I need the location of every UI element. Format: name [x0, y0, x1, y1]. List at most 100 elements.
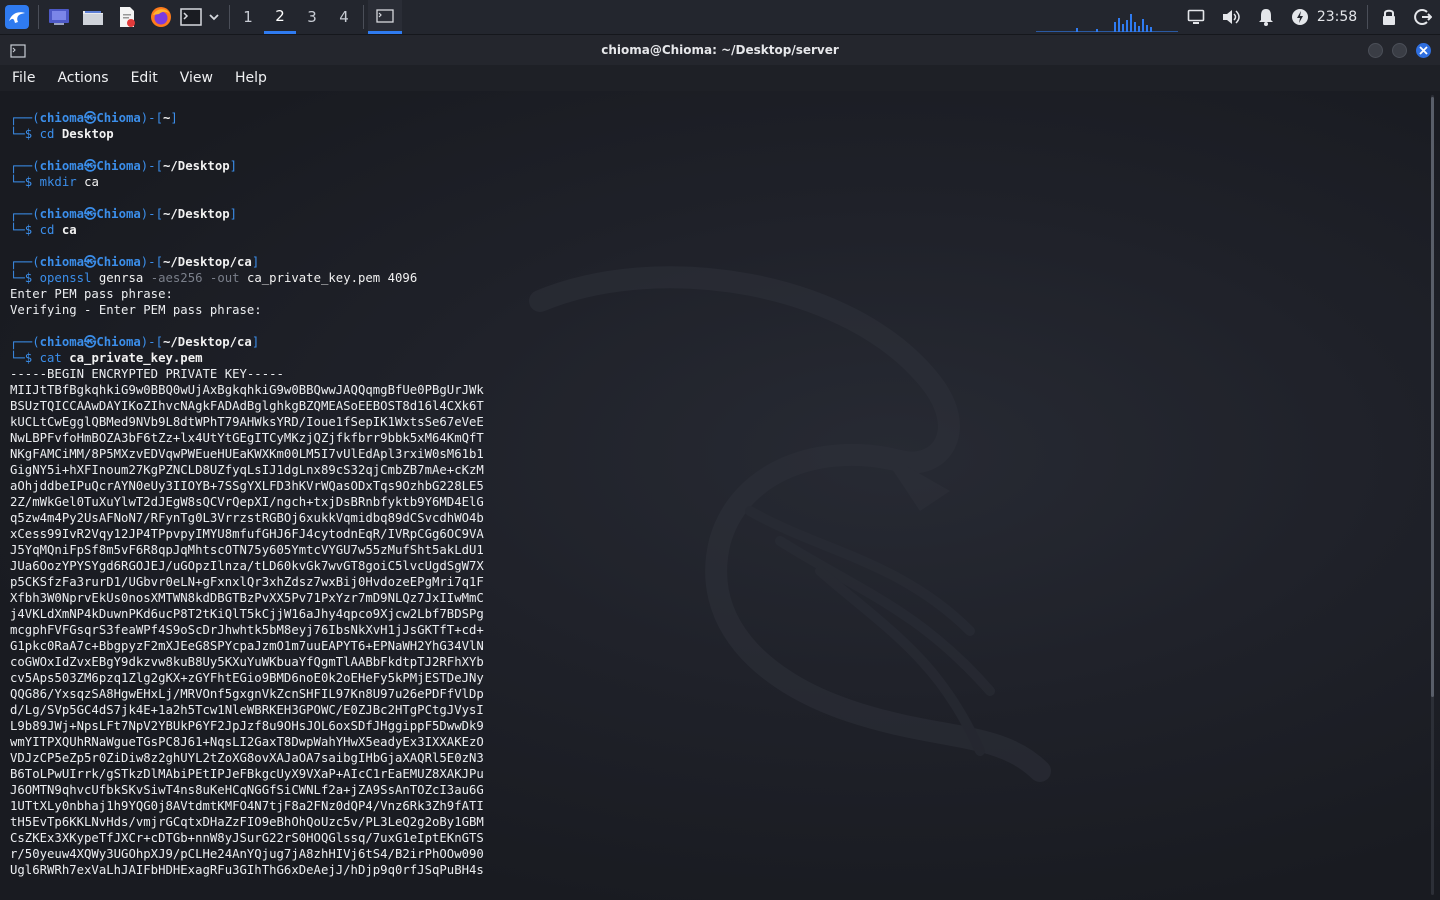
prompt-dollar: └─$: [10, 223, 40, 237]
output-text: wmYITPXQUhRNaWgueTGsPC8J61+NqsLI2GaxT8Dw…: [10, 735, 484, 749]
output-line: MIIJtTBfBgkqhkiG9w0BBQ0wUjAxBgkqhkiG9w0B…: [10, 382, 484, 398]
output-line: J5YqMQniFpSf8m5vF6R8qpJqMhtscOTN75y605Ym…: [10, 542, 484, 558]
prompt-frame: ┌──(: [10, 255, 40, 269]
command-arg: genrsa: [98, 271, 144, 285]
command-line: └─$ openssl genrsa -aes256 -out ca_priva…: [10, 270, 484, 286]
menu-actions[interactable]: Actions: [54, 70, 111, 86]
volume-icon: [1223, 10, 1240, 24]
prompt-at-symbol: ㉿: [84, 335, 97, 349]
prompt-at-symbol: ㉿: [84, 159, 97, 173]
workspace-4[interactable]: 4: [328, 0, 360, 34]
menu-file[interactable]: File: [9, 70, 38, 86]
output-text: G1pkc0RaA7c+BbgpyzF2mXJEeG8SPYcpaJzmO1m7…: [10, 639, 484, 653]
output-line: cv5Aps503ZM6pzq1Zlg2gKX+zGYFhtEGio9BMD6n…: [10, 670, 484, 686]
output-line: xCess99IvR2Vqy12JP4TPpvpyIMYU8mfufGHJ6FJ…: [10, 526, 484, 542]
network-monitor[interactable]: [1036, 0, 1178, 34]
prompt-at-symbol: ㉿: [84, 111, 97, 125]
text-editor-button[interactable]: [113, 0, 141, 34]
prompt-frame: )-[: [140, 111, 163, 125]
power-manager-icon: [1292, 9, 1308, 25]
output-text: CsZKEx3XKypeTfJXCr+cDTGb+nnW8yJSurG22rS0…: [10, 831, 484, 845]
prompt-frame: ┌──(: [10, 159, 40, 173]
output-line: Verifying - Enter PEM pass phrase:: [10, 302, 484, 318]
output-text: cv5Aps503ZM6pzq1Zlg2gKX+zGYFhtEGio9BMD6n…: [10, 671, 484, 685]
firefox-button[interactable]: [147, 0, 175, 34]
command-arg: -aes256: [150, 271, 203, 285]
display-button[interactable]: [1184, 0, 1208, 34]
prompt-user: chioma: [39, 255, 85, 269]
command-name: openssl: [39, 271, 92, 285]
prompt-at-symbol: ㉿: [84, 207, 97, 221]
close-button[interactable]: [1416, 43, 1431, 58]
output-text: J6OMTN9qhvcUfbkSKvSiwT4ns8uKeHCqNGGfSiCW…: [10, 783, 484, 797]
output-text: Verifying - Enter PEM pass phrase:: [10, 303, 262, 317]
output-line: Ugl6RWRh7exVaLhJAIFbHDHExagRFu3GIhThG6xD…: [10, 862, 484, 878]
firefox-icon: [151, 7, 171, 27]
kali-dragon-watermark-icon: [529, 266, 1051, 782]
taskbar-window-terminal[interactable]: [368, 0, 402, 34]
command-line: └─$ mkdir ca: [10, 174, 484, 190]
output-text: MIIJtTBfBgkqhkiG9w0BBQ0wUjAxBgkqhkiG9w0B…: [10, 383, 484, 397]
output-line: L9b89JWj+NpsLFt7NpV2YBUkP6YF2JpJzf8u9OHs…: [10, 718, 484, 734]
prompt-dollar: └─$: [10, 175, 40, 189]
display-icon: [1187, 9, 1205, 24]
window-titlebar[interactable]: chioma@Chioma: ~/Desktop/server: [0, 35, 1440, 65]
prompt-frame: ┌──(: [10, 111, 40, 125]
workspace-3[interactable]: 3: [296, 0, 328, 34]
output-text: q5zw4m4Py2UsAFNoN7/RFynTg0L3VrrzstRGBOj6…: [10, 511, 484, 525]
lock-screen-button[interactable]: [1377, 0, 1401, 34]
terminal-scrollbar-thumb[interactable]: [1431, 97, 1434, 697]
output-text: L9b89JWj+NpsLFt7NpV2YBUkP6YF2JpJzf8u9OHs…: [10, 719, 484, 733]
prompt-host: Chioma: [96, 207, 141, 221]
logout-button[interactable]: [1411, 0, 1435, 34]
prompt-at-symbol: ㉿: [84, 255, 97, 269]
terminal-launcher-button[interactable]: [179, 0, 203, 34]
network-graph-icon: [1036, 14, 1178, 32]
prompt-frame: )-[: [140, 335, 163, 349]
prompt-host: Chioma: [96, 111, 141, 125]
prompt-frame: ]: [229, 159, 238, 173]
prompt-frame: ]: [251, 255, 260, 269]
output-line: mcgphFVFGsqrS3feaWPf4S9oScDrJhwhtk5bM8ey…: [10, 622, 484, 638]
output-text: Xfbh3W0NprvEkUs0nosXMTWN8kdDBGTBzPvXX5Pv…: [10, 591, 484, 605]
output-line: 1UTtXLy0nbhaj1h9YQG0j8AVtdmtKMFO4N7tjF8a…: [10, 798, 484, 814]
output-line: GigNY5i+hXFInoum27KgPZNCLD8UZfyqLsIJ1dgL…: [10, 462, 484, 478]
clock[interactable]: 23:58: [1314, 0, 1360, 34]
power-manager-button[interactable]: [1288, 0, 1312, 34]
terminal-output-area[interactable]: ┌──(chioma㉿Chioma)-[~] └─$ cd Desktop ┌──(…: [0, 91, 1440, 900]
menu-edit[interactable]: Edit: [128, 70, 161, 86]
launcher-dropdown-button[interactable]: [205, 0, 223, 34]
menu-help[interactable]: Help: [232, 70, 270, 86]
panel-separator: [363, 5, 364, 29]
workspace-1[interactable]: 1: [232, 0, 264, 34]
prompt-path: ~/Desktop: [163, 159, 230, 173]
output-line: J6OMTN9qhvcUfbkSKvSiwT4ns8uKeHCqNGGfSiCW…: [10, 782, 484, 798]
prompt-frame: ┌──(: [10, 335, 40, 349]
show-desktop-button[interactable]: [45, 0, 73, 34]
window-menu-button[interactable]: [10, 43, 26, 62]
minimize-button[interactable]: [1368, 43, 1383, 58]
prompt-frame: ┌──(: [10, 207, 40, 221]
volume-button[interactable]: [1218, 0, 1244, 34]
kali-menu-button[interactable]: [2, 0, 32, 34]
prompt-frame: ]: [251, 335, 260, 349]
workspace-2[interactable]: 2: [264, 0, 296, 34]
panel-separator: [229, 5, 230, 29]
output-line: QQG86/YxsqzSA8HgwEHxLj/MRVOnf5gxgnVkZcnS…: [10, 686, 484, 702]
command-arg: Desktop: [61, 127, 114, 141]
prompt-dollar: └─$: [10, 351, 40, 365]
notifications-button[interactable]: [1254, 0, 1278, 34]
output-text: NwLBPFvfoHmBOZA3bF6tZz+lx4UtYtGEgITCyMKz…: [10, 431, 484, 445]
prompt-line: ┌──(chioma㉿Chioma)-[~/Desktop/ca]: [10, 254, 484, 270]
prompt-path: ~/Desktop/ca: [163, 335, 252, 349]
prompt-line: ┌──(chioma㉿Chioma)-[~]: [10, 110, 484, 126]
maximize-button[interactable]: [1392, 43, 1407, 58]
output-line: p5CKSfzFa3rurD1/UGbvr0eLN+gFxnxlQr3xhZds…: [10, 574, 484, 590]
prompt-dollar: └─$: [10, 127, 40, 141]
file-manager-button[interactable]: [79, 0, 107, 34]
window-title: chioma@Chioma: ~/Desktop/server: [601, 43, 839, 57]
output-line: q5zw4m4Py2UsAFNoN7/RFynTg0L3VrrzstRGBOj6…: [10, 510, 484, 526]
menu-view[interactable]: View: [177, 70, 216, 86]
output-line: NwLBPFvfoHmBOZA3bF6tZz+lx4UtYtGEgITCyMKz…: [10, 430, 484, 446]
